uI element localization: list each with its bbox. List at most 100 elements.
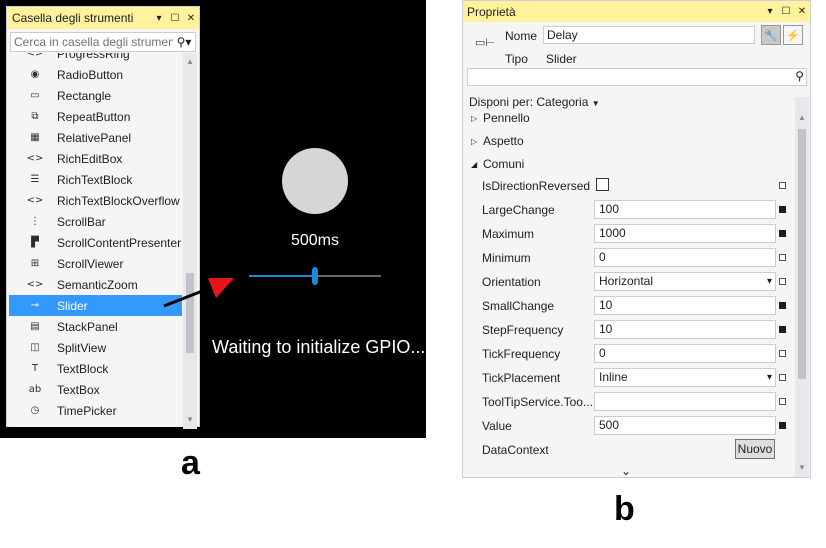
property-row: StepFrequency 10 (463, 319, 795, 343)
drag-arrow-icon (163, 278, 234, 308)
property-marker-icon[interactable] (779, 350, 786, 357)
toolbox-scrollbar[interactable]: ▲ ▼ (183, 53, 197, 429)
delay-text: 500ms (290, 232, 340, 249)
lightning-icon[interactable]: ⚡ (783, 25, 803, 45)
category-label: Aspetto (483, 134, 524, 148)
search-icon[interactable]: ⚲ (795, 69, 804, 83)
status-text: Waiting to initialize GPIO... (212, 337, 426, 357)
properties-scrollbar[interactable]: ▲ ▼ (795, 97, 809, 477)
toolbox-item[interactable]: ▤ StackPanel (9, 316, 182, 337)
category-common[interactable]: ◢ Comuni (471, 157, 524, 171)
property-marker-icon[interactable] (779, 230, 786, 237)
toolbox-item-label: RadioButton (57, 67, 124, 82)
wrench-icon[interactable]: 🔧 (761, 25, 781, 45)
figure-label-a: a (181, 444, 200, 482)
toolbox-item-label: RelativePanel (57, 130, 132, 145)
dropdown-icon[interactable]: ▾ (151, 13, 167, 24)
category-appearance[interactable]: ▷ Aspetto (471, 134, 524, 148)
slider-track-filled[interactable] (249, 275, 315, 277)
arrange-by-dropdown[interactable]: Disponi per: Categoria ▼ (469, 95, 600, 109)
property-marker-icon[interactable] (779, 326, 786, 333)
toolbox-item[interactable]: ◫ SplitView (9, 337, 182, 358)
slider-track-empty[interactable] (318, 275, 381, 277)
toolbox-item[interactable]: <> RichTextBlockOverflow (9, 190, 182, 211)
property-dropdown[interactable]: Horizontal (594, 272, 776, 291)
dropdown-icon[interactable]: ▾ (762, 6, 778, 17)
category-brush[interactable]: ▷ Pennello (471, 111, 530, 125)
property-input[interactable]: 10 (594, 320, 776, 339)
maximize-icon[interactable]: ☐ (778, 6, 794, 17)
property-input[interactable] (594, 392, 776, 411)
toolbox-item[interactable]: ⊞ ScrollViewer (9, 253, 182, 274)
repeat-button-icon: ⧉ (31, 111, 39, 122)
close-icon[interactable]: ✕ (794, 6, 810, 17)
expand-icon[interactable]: ▷ (471, 137, 483, 146)
toolbox-item[interactable]: <> ProgressRing (9, 53, 182, 64)
type-label: Tipo (505, 52, 528, 66)
category-label: Comuni (483, 157, 525, 171)
property-input[interactable]: 100 (594, 200, 776, 219)
toolbox-item[interactable]: ⊸ Slider (9, 295, 182, 316)
slider-thumb[interactable] (312, 267, 318, 285)
scroll-up-icon[interactable]: ▲ (795, 111, 809, 125)
toolbox-item-label: ProgressRing (57, 53, 130, 61)
toolbox-item[interactable]: T TextBlock (9, 358, 182, 379)
property-marker-icon[interactable] (779, 398, 786, 405)
property-marker-icon[interactable] (779, 302, 786, 309)
property-input[interactable]: 1000 (594, 224, 776, 243)
scroll-up-icon[interactable]: ▲ (183, 55, 197, 69)
property-marker-icon[interactable] (779, 422, 786, 429)
expand-icon[interactable]: ▷ (471, 114, 483, 123)
property-marker-icon[interactable] (779, 182, 786, 189)
property-name: Maximum (482, 227, 535, 241)
property-input[interactable]: 10 (594, 296, 776, 315)
toolbox-item-label: ScrollBar (57, 214, 106, 229)
category-label: Pennello (483, 111, 530, 125)
toolbox-item[interactable]: <> SemanticZoom (9, 274, 182, 295)
toolbox-search-input[interactable]: Cerca in casella degli strumenti ⚲▾ (10, 32, 196, 52)
property-search-input[interactable]: ⚲ (467, 68, 807, 86)
property-marker-icon[interactable] (779, 374, 786, 381)
property-input[interactable]: 0 (594, 344, 776, 363)
chevron-down-icon[interactable]: ⌄ (621, 464, 631, 478)
stack-panel-icon: ▤ (30, 321, 40, 332)
maximize-icon[interactable]: ☐ (167, 13, 183, 24)
scroll-viewer-icon: ⊞ (30, 258, 40, 269)
toolbox-item[interactable]: ◷ TimePicker (9, 400, 182, 421)
toolbox-item[interactable]: <> RichEditBox (9, 148, 182, 169)
name-input[interactable]: Delay (543, 26, 755, 44)
property-marker-icon[interactable] (779, 206, 786, 213)
new-button[interactable]: Nuovo (735, 439, 775, 459)
toolbox-titlebar: Casella degli strumenti ▾ ☐ ✕ (7, 7, 199, 29)
toolbox-item[interactable]: ▭ Rectangle (9, 85, 182, 106)
property-marker-icon[interactable] (779, 254, 786, 261)
toolbox-item[interactable]: ▛ ScrollContentPresenter (9, 232, 182, 253)
toolbox-item[interactable]: ▦ RelativePanel (9, 127, 182, 148)
property-dropdown[interactable]: Inline (594, 368, 776, 387)
property-input[interactable]: 500 (594, 416, 776, 435)
toolbox-item[interactable]: ◉ RadioButton (9, 64, 182, 85)
search-icon[interactable]: ⚲▾ (173, 35, 195, 49)
chevron-down-icon: ▼ (591, 99, 600, 108)
toolbox-item-label: RichTextBlockOverflow (57, 193, 180, 208)
scrollbar-thumb[interactable] (798, 129, 806, 379)
app-preview-canvas: Casella degli strumenti ▾ ☐ ✕ Cerca in c… (0, 0, 426, 438)
property-marker-icon[interactable] (779, 278, 786, 285)
property-input[interactable]: 0 (594, 248, 776, 267)
toolbox-item[interactable]: ⋮ ScrollBar (9, 211, 182, 232)
close-icon[interactable]: ✕ (183, 13, 199, 24)
toolbox-list: <> ProgressRing ◉ RadioButton ▭ Rectangle ⧉ Rep… (9, 53, 182, 427)
collapse-icon[interactable]: ◢ (471, 160, 483, 169)
slider-control-icon: ▭⊢ (475, 37, 495, 49)
toolbox-item[interactable]: ab TextBox (9, 379, 182, 400)
toolbox-item[interactable]: ⧉ RepeatButton (9, 106, 182, 127)
toolbox-item-label: TextBlock (57, 361, 109, 376)
toolbox-item[interactable]: ☰ RichTextBlock (9, 169, 182, 190)
property-grid: ▷ Pennello ▷ Aspetto ◢ Comuni IsDirectio… (463, 109, 795, 471)
property-name: Minimum (482, 251, 531, 265)
scroll-down-icon[interactable]: ▼ (183, 413, 197, 427)
code-icon: <> (26, 279, 44, 290)
property-row: Minimum 0 (463, 247, 795, 271)
scroll-down-icon[interactable]: ▼ (795, 461, 809, 475)
property-checkbox[interactable] (596, 178, 609, 191)
